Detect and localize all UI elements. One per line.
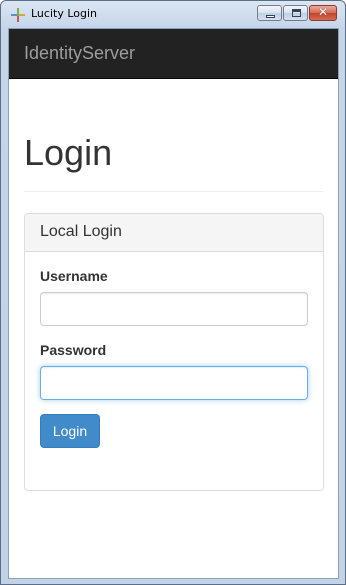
window-title: Lucity Login	[31, 7, 98, 20]
password-label: Password	[40, 342, 107, 358]
navbar-brand[interactable]: IdentityServer	[24, 43, 135, 64]
panel-title: Local Login	[40, 223, 122, 240]
local-login-panel: Local Login Username Password Login	[24, 213, 324, 491]
browser-content: IdentityServer Login Local Login Usernam…	[8, 28, 339, 579]
close-button[interactable]: ✕	[309, 5, 337, 21]
page-title: Login	[24, 132, 113, 173]
page-header-divider	[24, 191, 323, 192]
minimize-button[interactable]	[257, 5, 282, 21]
navbar: IdentityServer	[9, 29, 338, 79]
username-input[interactable]	[40, 292, 308, 326]
login-window: Lucity Login ✕ IdentityServer Login Loca…	[0, 0, 346, 585]
panel-heading: Local Login	[25, 214, 323, 252]
maximize-icon	[284, 6, 307, 20]
password-input[interactable]	[40, 366, 308, 400]
minimize-icon	[258, 6, 281, 20]
close-icon: ✕	[317, 5, 329, 19]
username-label: Username	[40, 268, 108, 284]
maximize-button[interactable]	[283, 5, 308, 21]
window-titlebar[interactable]: Lucity Login ✕	[1, 1, 345, 28]
lucity-cross-icon	[11, 8, 25, 22]
login-button[interactable]: Login	[40, 414, 100, 448]
